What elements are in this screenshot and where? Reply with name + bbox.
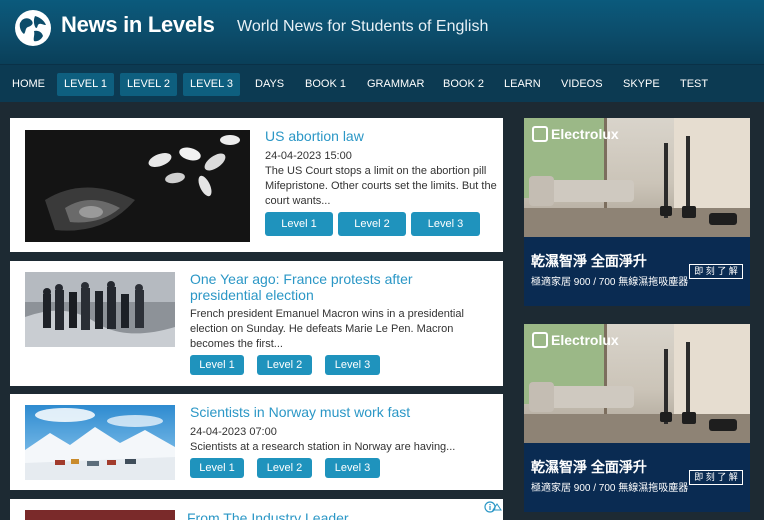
sidebar-ad[interactable]: Electrolux 乾濕智淨 全面淨升 極適家居 900 / 700 無線濕拖… — [524, 118, 750, 306]
level-3-button[interactable]: Level 3 — [325, 458, 380, 478]
article-card: US abortion law 24-04-2023 15:00 The US … — [10, 118, 503, 252]
level-3-button[interactable]: Level 3 — [325, 355, 380, 375]
article-card: One Year ago: France protests after pres… — [10, 261, 503, 386]
article-card: Scientists in Norway must work fast 24-0… — [10, 394, 503, 490]
ad-cta-button[interactable]: 即 刻 了 解 — [689, 264, 743, 279]
nav-days[interactable]: DAYS — [255, 73, 284, 96]
article-excerpt: The US Court stops a limit on the aborti… — [265, 165, 497, 207]
sidebar-ad[interactable]: Electrolux 乾濕智淨 全面淨升 極適家居 900 / 700 無線濕拖… — [524, 324, 750, 512]
nav-level-2[interactable]: LEVEL 2 — [120, 73, 177, 96]
nav-test[interactable]: TEST — [680, 73, 708, 96]
nav-grammar[interactable]: GRAMMAR — [367, 73, 424, 96]
nav-level-1[interactable]: LEVEL 1 — [57, 73, 114, 96]
ad-choices-icon[interactable] — [484, 501, 502, 513]
nav-videos[interactable]: VIDEOS — [561, 73, 603, 96]
nav-skype[interactable]: SKYPE — [623, 73, 660, 96]
nav-book-1[interactable]: BOOK 1 — [305, 73, 346, 96]
article-thumbnail[interactable] — [25, 405, 175, 480]
article-title[interactable]: One Year ago: France protests after pres… — [190, 271, 460, 303]
ad-brand: Electrolux — [532, 126, 619, 142]
ad-cta-button[interactable]: 即 刻 了 解 — [689, 470, 743, 485]
article-thumbnail[interactable] — [25, 130, 250, 242]
level-1-button[interactable]: Level 1 — [265, 212, 333, 236]
ad-image: Electrolux — [524, 118, 750, 237]
ad-image: Electrolux — [524, 324, 750, 443]
article-excerpt: Scientists at a research station in Norw… — [190, 441, 456, 453]
nav-learn[interactable]: LEARN — [504, 73, 541, 96]
article-title[interactable]: Scientists in Norway must work fast — [190, 404, 480, 420]
ad-banner: 乾濕智淨 全面淨升 極適家居 900 / 700 無線濕拖吸塵器 即 刻 了 解 — [524, 237, 750, 306]
nav-home[interactable]: HOME — [12, 73, 45, 96]
globe-icon[interactable] — [13, 8, 53, 48]
article-date: 24-04-2023 07:00 — [190, 426, 277, 438]
article-excerpt: French president Emanuel Macron wins in … — [190, 308, 464, 350]
level-1-button[interactable]: Level 1 — [190, 458, 244, 478]
site-header: News in Levels World News for Students o… — [0, 0, 764, 64]
site-tagline: World News for Students of English — [237, 18, 489, 35]
promo-title[interactable]: From The Industry Leader — [187, 510, 437, 520]
level-2-button[interactable]: Level 2 — [338, 212, 406, 236]
nav-level-3[interactable]: LEVEL 3 — [183, 73, 240, 96]
ad-subline: 極適家居 900 / 700 無線濕拖吸塵器 — [531, 483, 689, 494]
main-nav: HOME LEVEL 1 LEVEL 2 LEVEL 3 DAYS BOOK 1… — [0, 64, 764, 102]
ad-headline: 乾濕智淨 全面淨升 — [531, 253, 647, 269]
site-title[interactable]: News in Levels — [61, 12, 215, 38]
ad-subline: 極適家居 900 / 700 無線濕拖吸塵器 — [531, 277, 689, 288]
ad-brand: Electrolux — [532, 332, 619, 348]
level-3-button[interactable]: Level 3 — [411, 212, 480, 236]
level-2-button[interactable]: Level 2 — [257, 458, 312, 478]
ad-banner: 乾濕智淨 全面淨升 極適家居 900 / 700 無線濕拖吸塵器 即 刻 了 解 — [524, 443, 750, 512]
promo-card: From The Industry Leader — [10, 499, 503, 520]
article-thumbnail[interactable] — [25, 272, 175, 347]
level-1-button[interactable]: Level 1 — [190, 355, 244, 375]
promo-thumbnail[interactable] — [25, 510, 175, 520]
article-title[interactable]: US abortion law — [265, 128, 495, 144]
article-date: 24-04-2023 15:00 — [265, 150, 352, 162]
ad-headline: 乾濕智淨 全面淨升 — [531, 459, 647, 475]
level-2-button[interactable]: Level 2 — [257, 355, 312, 375]
nav-book-2[interactable]: BOOK 2 — [443, 73, 484, 96]
